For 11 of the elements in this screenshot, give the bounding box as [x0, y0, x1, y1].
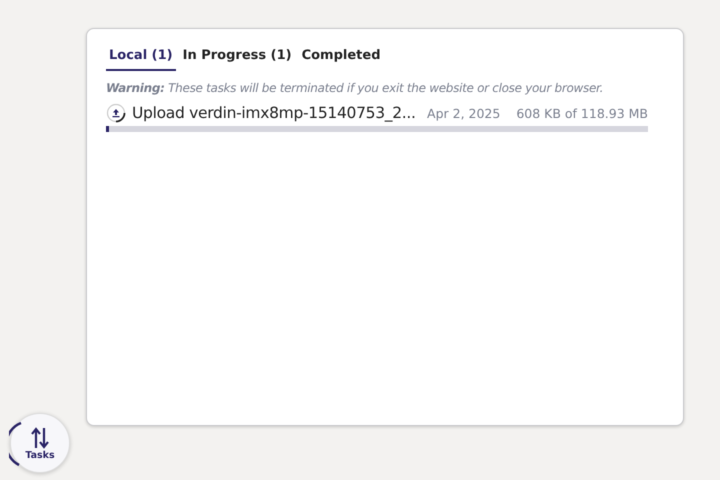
- tasks-button[interactable]: Tasks: [10, 413, 70, 473]
- warning-text: Warning: These tasks will be terminated if you exit the website or close your browser.: [106, 81, 604, 95]
- tab[interactable]: Local (1): [106, 45, 176, 71]
- task-date: Apr 2, 2025: [427, 106, 500, 120]
- task-size: 608 KB of 118.93 MB: [516, 106, 648, 120]
- swap-arrows-icon: [30, 426, 50, 450]
- tab[interactable]: Completed: [298, 45, 384, 71]
- spinner-icon: [9, 421, 23, 467]
- tab[interactable]: In Progress (1): [180, 45, 295, 71]
- task-name: Upload verdin-imx8mp-15140753_2...: [132, 104, 416, 122]
- upload-icon: [106, 103, 126, 123]
